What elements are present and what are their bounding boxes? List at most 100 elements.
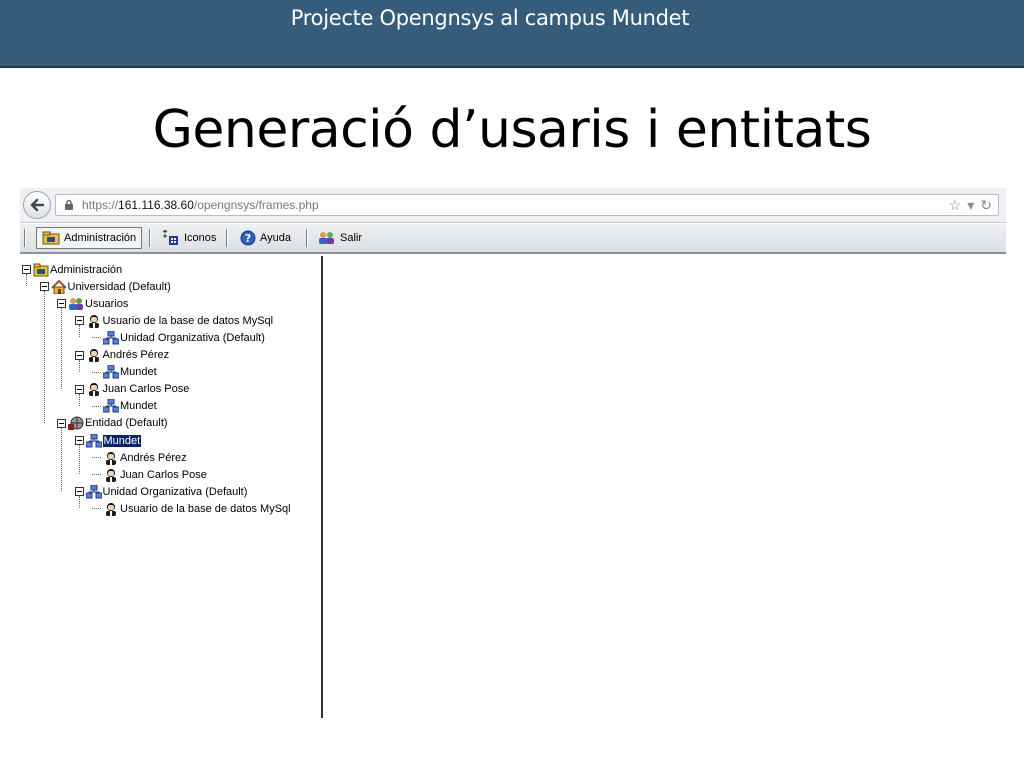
tree-connector [92,405,101,407]
tree-node-label: Unidad Organizativa (Default) [120,331,265,344]
user-icon [88,349,99,362]
org-unit-icon [85,433,102,447]
tree-connector [92,474,101,476]
bookmark-star-icon[interactable]: ☆ [949,197,962,213]
user-icon [106,502,116,516]
tree-node[interactable]: Mundet [92,365,157,380]
slide-title: Generació d’usaris i entitats [152,100,872,160]
tree-node-label: Mundet [102,434,142,447]
tree-connector [92,508,101,510]
org-unit-icon [85,484,102,499]
tree-node-label: Usuarios [85,297,129,310]
tree-node[interactable]: Juan Carlos Pose [92,467,207,482]
tree-node[interactable]: Usuario de la base de datos MySql [92,501,291,516]
collapse-toggle-icon[interactable] [74,487,84,497]
tree-node[interactable]: Unidad Organizativa (Default) [92,330,265,345]
tree-node[interactable]: Administración [22,262,122,277]
url-host: 161.116.38.60 [118,198,194,212]
tree-node-label: Andrés Pérez [102,349,170,361]
tree-node[interactable]: Entidad (Default) [57,416,168,431]
org-unit-icon [103,365,119,379]
collapse-toggle-icon[interactable] [74,316,84,326]
users-icon [69,297,83,310]
tree-node[interactable]: Usuarios [57,296,128,311]
svg-text:?: ? [245,232,251,245]
collapse-toggle-icon[interactable] [39,282,49,292]
url-scheme: https:// [82,198,119,212]
tree-node-label: Juan Carlos Pose [102,383,190,396]
collapse-toggle-icon[interactable] [57,299,66,309]
app-toolbar: Administración Iconos ? Ayuda Salir [20,224,1006,254]
toolbar-administracion-button[interactable]: Administración [36,227,143,249]
tree-connector [92,457,101,459]
admin-tree: Administración Universidad (Default) Usuar… [20,256,321,718]
collapse-toggle-icon[interactable] [22,265,31,274]
tree-frame: Administración Universidad (Default) Usuar… [20,256,323,718]
tree-node[interactable]: Juan Carlos Pose [74,382,190,397]
address-bar-area: https://161.116.38.60/opengnsys/frames.p… [20,188,1006,223]
tree-node-label: Universidad (Default) [67,280,171,293]
toolbar-item-label: Iconos [184,232,217,244]
tree-node-label: Mundet [120,366,157,379]
icons-view-icon [162,230,178,245]
toolbar-item-label: Ayuda [260,232,291,244]
frames-area: Administración Universidad (Default) Usuar… [20,256,1006,718]
user-icon [88,314,99,328]
back-arrow-icon [30,198,45,212]
toolbar-iconos-button[interactable]: Iconos [162,227,216,249]
tree-node[interactable]: Andrés Pérez [74,348,170,363]
collapse-toggle-icon[interactable] [74,436,84,445]
exit-icon [319,232,334,244]
tree-node[interactable]: Mundet [92,399,157,414]
dropdown-arrow-icon[interactable]: ▾ [967,197,974,213]
tree-node-label: Entidad (Default) [85,417,168,430]
user-icon [88,383,99,397]
tree-node-label: Usuario de la base de datos MySql [102,314,274,327]
toolbar-ayuda-button[interactable]: ? Ayuda [240,227,291,249]
url-input[interactable]: https://161.116.38.60/opengnsys/frames.p… [55,194,999,216]
url-path: /opengnsys/frames.php [193,198,319,212]
entity-icon [68,416,84,431]
url-text: https://161.116.38.60/opengnsys/frames.p… [82,198,319,212]
tree-connector [92,371,101,373]
toolbar-separator [306,229,308,247]
tree-node[interactable]: Mundet [74,433,142,448]
tree-node-label: Andrés Pérez [120,451,187,464]
tree-node-label: Usuario de la base de datos MySql [120,502,291,515]
tree-node[interactable]: Unidad Organizativa (Default) [74,484,248,499]
tree-node-label: Administración [50,263,123,276]
reload-icon[interactable]: ↻ [980,197,992,213]
slide-header-title: Projecte Opengnsys al campus Mundet [290,6,690,30]
collapse-toggle-icon[interactable] [74,350,84,360]
slide-header-banner: Projecte Opengnsys al campus Mundet [0,0,1024,68]
collapse-toggle-icon[interactable] [57,418,66,428]
admin-icon [33,263,49,276]
user-icon [106,468,116,482]
content-frame [323,256,1006,718]
tree-node[interactable]: Andrés Pérez [92,450,187,465]
back-button[interactable] [23,191,51,219]
toolbar-item-label: Administración [64,232,137,244]
tree-connector [43,291,45,423]
browser-screenshot: https://161.116.38.60/opengnsys/frames.p… [20,188,1006,718]
tree-connector [92,337,101,339]
admin-icon [42,231,60,245]
tree-node-label: Mundet [120,400,157,413]
toolbar-salir-button[interactable]: Salir [318,227,362,249]
house-icon [50,279,67,294]
tree-connector [61,427,62,492]
org-unit-icon [103,330,119,345]
org-unit-icon [103,399,119,413]
help-icon: ? [240,230,256,246]
tree-node[interactable]: Universidad (Default) [39,279,171,294]
tree-node-label: Unidad Organizativa (Default) [102,485,248,498]
lock-icon [65,199,73,210]
collapse-toggle-icon[interactable] [74,384,84,394]
tree-connector [78,445,80,475]
tree-connector [61,308,62,389]
toolbar-separator [149,229,151,247]
tree-node[interactable]: Usuario de la base de datos MySql [74,313,274,328]
toolbar-separator [226,229,228,247]
user-icon [106,451,116,465]
tree-node-label: Juan Carlos Pose [120,468,207,481]
